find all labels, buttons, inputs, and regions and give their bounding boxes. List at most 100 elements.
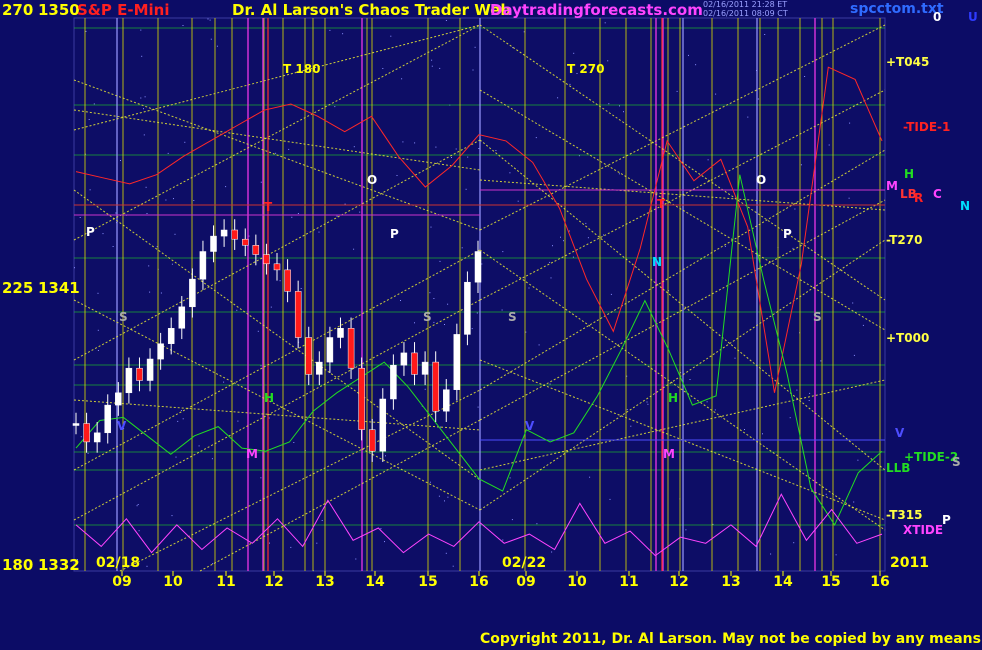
top-left-price-label: 1350 bbox=[38, 1, 80, 19]
speckle bbox=[384, 541, 385, 543]
x-tick-label: 15 bbox=[821, 574, 840, 590]
speckle bbox=[211, 458, 213, 460]
speckle bbox=[297, 213, 299, 214]
speckle bbox=[173, 198, 174, 200]
speckle bbox=[165, 199, 167, 201]
price-candle bbox=[358, 367, 365, 430]
speckle bbox=[852, 302, 854, 304]
speckle bbox=[160, 292, 162, 294]
speckle bbox=[585, 222, 587, 224]
speckle bbox=[715, 93, 717, 95]
speckle bbox=[431, 65, 433, 67]
speckle bbox=[74, 267, 75, 269]
speckle bbox=[853, 501, 855, 503]
date-label: 02/18 bbox=[96, 555, 140, 571]
price-candle bbox=[273, 263, 281, 271]
speckle bbox=[402, 141, 404, 143]
speckle bbox=[414, 322, 415, 324]
corner-u-label: U bbox=[968, 10, 978, 24]
x-tick-label: 14 bbox=[773, 574, 793, 590]
right-label: XTIDE bbox=[903, 523, 943, 537]
speckle bbox=[93, 103, 95, 105]
speckle bbox=[501, 309, 503, 311]
speckle bbox=[216, 45, 218, 47]
point-marker: T bbox=[264, 200, 273, 214]
speckle bbox=[144, 96, 146, 98]
speckle bbox=[619, 105, 620, 107]
point-marker: T bbox=[657, 197, 666, 211]
website-label[interactable]: Daytradingforecasts.com bbox=[490, 1, 703, 19]
speckle bbox=[478, 148, 480, 149]
speckle bbox=[610, 293, 612, 295]
speckle bbox=[146, 565, 148, 567]
speckle bbox=[517, 200, 519, 202]
symbol-label: S&P E-Mini bbox=[77, 1, 170, 19]
x-tick-label: 13 bbox=[721, 574, 740, 590]
speckle bbox=[440, 426, 442, 428]
speckle bbox=[444, 500, 445, 502]
speckle bbox=[734, 357, 736, 359]
speckle bbox=[429, 292, 431, 294]
speckle bbox=[89, 189, 91, 191]
corner-o-label: 0 bbox=[933, 10, 942, 24]
speckle bbox=[724, 245, 726, 247]
speckle bbox=[509, 172, 511, 174]
price-candle bbox=[125, 367, 133, 394]
speckle bbox=[707, 159, 709, 161]
speckle bbox=[97, 350, 99, 351]
speckle bbox=[587, 237, 589, 239]
price-candle bbox=[178, 306, 186, 329]
speckle bbox=[552, 245, 553, 247]
speckle bbox=[848, 197, 850, 199]
price-candle bbox=[464, 281, 471, 335]
speckle bbox=[607, 60, 609, 62]
speckle bbox=[447, 303, 449, 305]
price-candle bbox=[263, 254, 270, 265]
speckle bbox=[102, 233, 104, 235]
speckle bbox=[148, 265, 150, 267]
speckle bbox=[390, 35, 392, 37]
price-candle bbox=[400, 352, 408, 366]
speckle bbox=[608, 103, 610, 105]
right-label: N bbox=[960, 199, 970, 213]
speckle bbox=[175, 456, 177, 458]
right-label: +T045 bbox=[886, 55, 929, 69]
speckle bbox=[88, 119, 90, 120]
point-marker: H bbox=[668, 391, 678, 405]
speckle bbox=[695, 64, 697, 66]
speckle bbox=[182, 25, 184, 26]
speckle bbox=[568, 230, 570, 232]
speckle bbox=[316, 542, 318, 544]
x-tick-label: 09 bbox=[516, 574, 535, 590]
x-tick-label: 10 bbox=[567, 574, 587, 590]
speckle bbox=[385, 455, 386, 457]
speckle bbox=[560, 236, 561, 238]
speckle bbox=[359, 211, 361, 213]
speckle bbox=[424, 388, 426, 390]
speckle bbox=[770, 553, 772, 555]
speckle bbox=[549, 383, 551, 385]
right-label: C bbox=[933, 187, 942, 201]
point-marker: M bbox=[663, 447, 675, 461]
speckle bbox=[171, 515, 173, 517]
date-label: 02/22 bbox=[502, 555, 546, 571]
speckle bbox=[550, 277, 552, 279]
price-candle bbox=[432, 361, 439, 412]
speckle bbox=[318, 231, 320, 233]
speckle bbox=[260, 365, 262, 367]
speckle bbox=[143, 134, 145, 136]
y-axis-price-label: 1341 bbox=[38, 279, 80, 297]
speckle bbox=[706, 401, 708, 403]
speckle bbox=[623, 111, 624, 113]
speckle bbox=[535, 137, 537, 139]
speckle bbox=[618, 173, 620, 175]
speckle bbox=[549, 261, 551, 263]
y-axis-price-label: 1332 bbox=[38, 556, 80, 574]
speckle bbox=[835, 554, 837, 556]
point-marker: V bbox=[117, 419, 127, 433]
speckle bbox=[140, 97, 142, 99]
price-candle bbox=[189, 278, 196, 308]
price-candle bbox=[167, 328, 175, 344]
speckle bbox=[472, 69, 474, 71]
price-candle bbox=[379, 398, 387, 452]
